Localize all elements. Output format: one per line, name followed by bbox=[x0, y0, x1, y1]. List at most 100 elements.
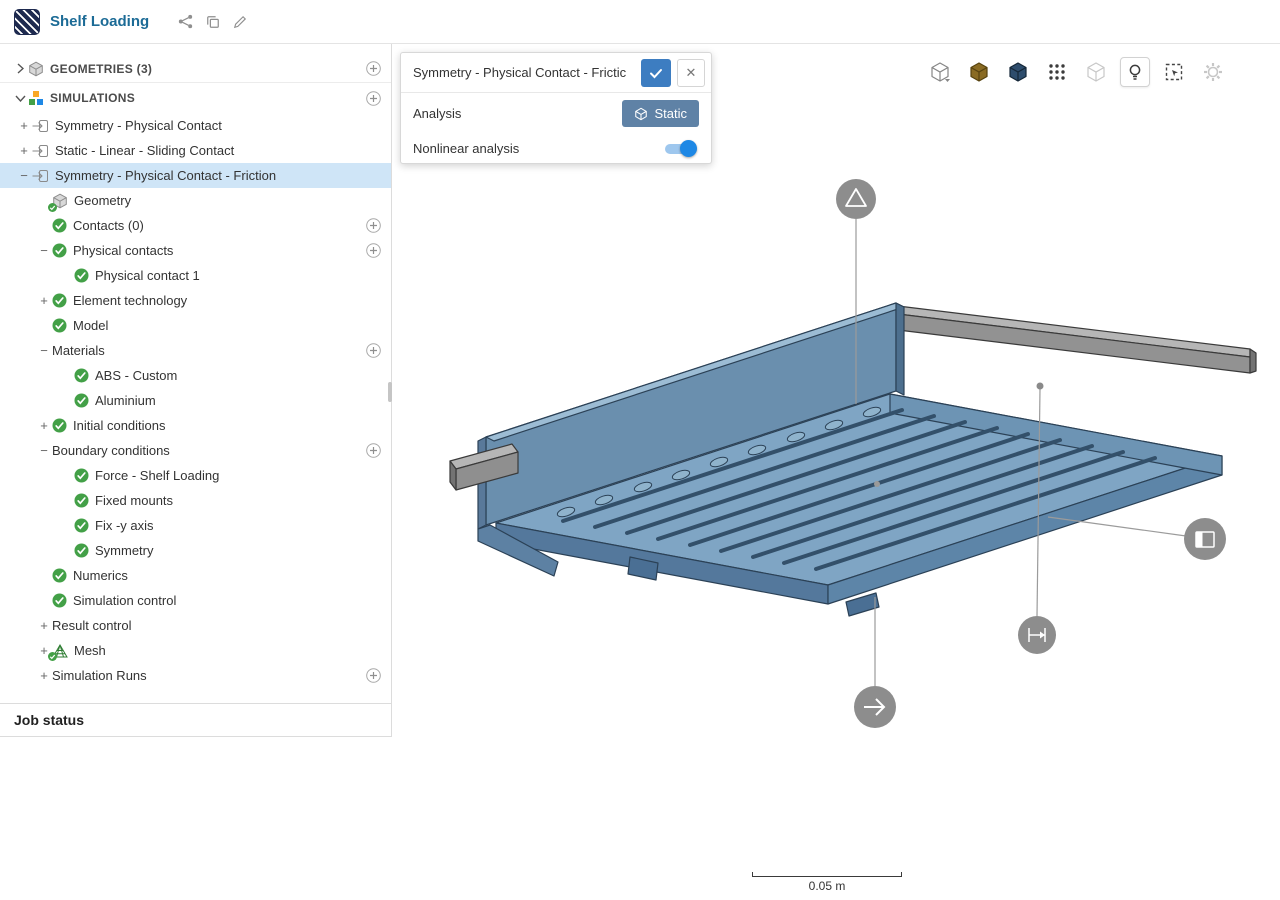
node-view-button[interactable] bbox=[1042, 57, 1072, 87]
tree-item-aluminium[interactable]: Aluminium bbox=[0, 388, 391, 413]
view-orientation-button[interactable] bbox=[925, 57, 955, 87]
tree-item-physical-contact-1[interactable]: Physical contact 1 bbox=[0, 263, 391, 288]
geom-check-icon bbox=[52, 193, 68, 209]
nonlinear-label: Nonlinear analysis bbox=[413, 141, 519, 156]
close-button[interactable]: ✕ bbox=[677, 59, 705, 87]
section-plane-button[interactable] bbox=[1159, 57, 1189, 87]
simulation-tree: GEOMETRIES (3)SIMULATIONS+Symmetry - Phy… bbox=[0, 44, 391, 703]
tree-item-symmetry-physical-contact-friction[interactable]: − Symmetry - Physical Contact - Friction bbox=[0, 163, 391, 188]
plus-expander[interactable]: + bbox=[36, 294, 52, 307]
chevron-right-expander[interactable] bbox=[12, 63, 28, 74]
tree-item-element-technology[interactable]: +Element technology bbox=[0, 288, 391, 313]
topbar-actions bbox=[165, 14, 247, 29]
copy-icon bbox=[206, 15, 220, 29]
chevron-down-expander[interactable] bbox=[12, 95, 28, 102]
plus-expander[interactable]: + bbox=[16, 144, 32, 157]
check-icon bbox=[52, 293, 67, 308]
tree-item-static-linear-sliding-contact[interactable]: + Static - Linear - Sliding Contact bbox=[0, 138, 391, 163]
mesh-icon bbox=[52, 644, 68, 658]
tree-item-label: Numerics bbox=[73, 568, 128, 583]
check-icon bbox=[52, 218, 67, 233]
tree-item-numerics[interactable]: Numerics bbox=[0, 563, 391, 588]
tree-item-label: Physical contact 1 bbox=[95, 268, 200, 283]
solid-view-button[interactable] bbox=[964, 57, 994, 87]
tree-item-label: Symmetry - Physical Contact - Friction bbox=[55, 168, 276, 183]
shelf-model[interactable] bbox=[450, 303, 1256, 616]
marker-arrow[interactable] bbox=[854, 686, 896, 728]
tree-item-symmetry-physical-contact[interactable]: +Symmetry - Physical Contact bbox=[0, 113, 391, 138]
pencil-icon bbox=[233, 15, 247, 29]
add-button[interactable] bbox=[366, 218, 381, 233]
tree-item-label: GEOMETRIES (3) bbox=[50, 62, 152, 76]
duplicate-button[interactable] bbox=[206, 14, 220, 29]
job-status-panel[interactable]: Job status bbox=[0, 703, 391, 736]
job-status-label: Job status bbox=[14, 712, 84, 728]
tree-item-simulations[interactable]: SIMULATIONS bbox=[0, 83, 391, 113]
plus-expander[interactable]: + bbox=[36, 669, 52, 682]
analysis-type-button[interactable]: Static bbox=[622, 100, 699, 127]
tree-item-geometry[interactable]: Geometry bbox=[0, 188, 391, 213]
tree-item-label: Contacts (0) bbox=[73, 218, 144, 233]
plus-expander[interactable]: + bbox=[36, 419, 52, 432]
tree-item-physical-contacts[interactable]: −Physical contacts bbox=[0, 238, 391, 263]
rename-button[interactable] bbox=[233, 14, 247, 29]
viewport-settings-button[interactable] bbox=[1198, 57, 1228, 87]
check-icon bbox=[52, 318, 67, 333]
plus-expander[interactable]: + bbox=[36, 619, 52, 632]
minus-expander[interactable]: − bbox=[36, 244, 52, 257]
confirm-button[interactable] bbox=[641, 59, 671, 87]
toggle-knob bbox=[680, 140, 697, 157]
marker-triangle[interactable] bbox=[836, 179, 876, 219]
tree-item-initial-conditions[interactable]: +Initial conditions bbox=[0, 413, 391, 438]
check-icon bbox=[52, 418, 67, 433]
app-logo bbox=[14, 9, 40, 35]
tree-item-boundary-conditions[interactable]: −Boundary conditions bbox=[0, 438, 391, 463]
minus-expander[interactable]: − bbox=[36, 344, 52, 357]
tree-item-abs-custom[interactable]: ABS - Custom bbox=[0, 363, 391, 388]
marker-dimension[interactable] bbox=[1018, 616, 1056, 654]
solid-edges-view-button[interactable] bbox=[1003, 57, 1033, 87]
tree-item-symmetry[interactable]: Symmetry bbox=[0, 538, 391, 563]
tree-item-label: Simulation control bbox=[73, 593, 176, 608]
check-icon bbox=[74, 468, 89, 483]
tree-item-label: Simulation Runs bbox=[52, 668, 147, 683]
marker-plane[interactable] bbox=[1184, 518, 1226, 560]
add-button[interactable] bbox=[366, 668, 381, 683]
minus-expander[interactable]: − bbox=[16, 169, 32, 182]
tree-item-force-shelf-loading[interactable]: Force - Shelf Loading bbox=[0, 463, 391, 488]
plus-expander[interactable]: + bbox=[16, 119, 32, 132]
tree-item-label: SIMULATIONS bbox=[50, 91, 135, 105]
tree-item-geometries-3[interactable]: GEOMETRIES (3) bbox=[0, 55, 391, 83]
tree-item-materials[interactable]: −Materials bbox=[0, 338, 391, 363]
nonlinear-toggle[interactable] bbox=[665, 141, 697, 156]
nonlinear-row: Nonlinear analysis bbox=[401, 134, 711, 163]
tree-item-simulation-control[interactable]: Simulation control bbox=[0, 588, 391, 613]
tree-item-model[interactable]: Model bbox=[0, 313, 391, 338]
tree-item-label: Symmetry bbox=[95, 543, 154, 558]
tree-item-mesh[interactable]: +Mesh bbox=[0, 638, 391, 663]
add-button[interactable] bbox=[366, 443, 381, 458]
check-icon bbox=[52, 593, 67, 608]
share-button[interactable] bbox=[178, 14, 193, 29]
share-icon bbox=[178, 14, 193, 29]
close-icon: ✕ bbox=[686, 65, 697, 81]
add-button[interactable] bbox=[366, 91, 381, 106]
sim-icon bbox=[32, 119, 49, 133]
add-button[interactable] bbox=[366, 343, 381, 358]
add-button[interactable] bbox=[366, 243, 381, 258]
wireframe-view-button[interactable] bbox=[1081, 57, 1111, 87]
tree-item-result-control[interactable]: +Result control bbox=[0, 613, 391, 638]
show-hide-button[interactable] bbox=[1120, 57, 1150, 87]
tree-item-label: Materials bbox=[52, 343, 105, 358]
tree-item-label: Result control bbox=[52, 618, 131, 633]
add-button[interactable] bbox=[366, 61, 381, 76]
tree-item-simulation-runs[interactable]: +Simulation Runs bbox=[0, 663, 391, 688]
tree-item-contacts-0[interactable]: Contacts (0) bbox=[0, 213, 391, 238]
tree-item-label: Static - Linear - Sliding Contact bbox=[55, 143, 234, 158]
tree-item-fixed-mounts[interactable]: Fixed mounts bbox=[0, 488, 391, 513]
minus-expander[interactable]: − bbox=[36, 444, 52, 457]
check-icon bbox=[52, 243, 67, 258]
tree-item-fix-y-axis[interactable]: Fix -y axis bbox=[0, 513, 391, 538]
tree-item-label: ABS - Custom bbox=[95, 368, 177, 383]
sidebar-scrollbar-thumb[interactable] bbox=[388, 382, 392, 402]
